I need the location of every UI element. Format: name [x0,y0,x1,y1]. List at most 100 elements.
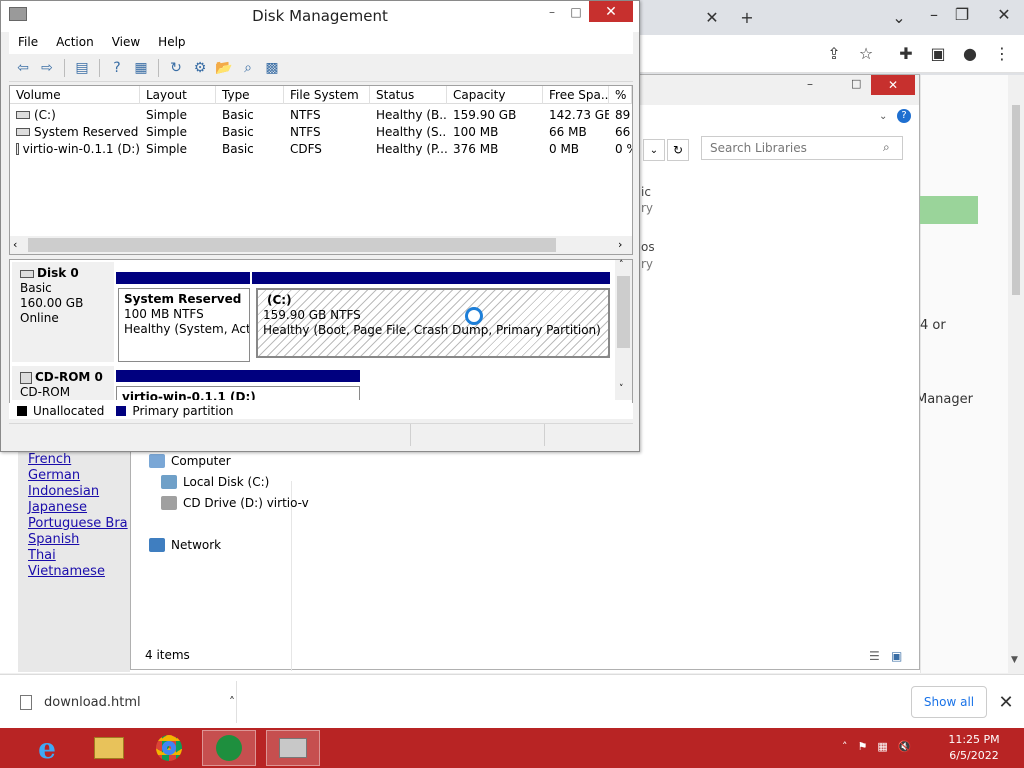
partition-system-reserved[interactable]: System Reserved 100 MB NTFS Healthy (Sys… [116,272,250,362]
col-filesystem[interactable]: File System [284,86,370,104]
partition-status: Healthy (Boot, Page File, Crash Dump, Pr… [263,323,601,337]
col-layout[interactable]: Layout [140,86,216,104]
language-link[interactable]: Vietnamese [28,564,128,580]
search-input[interactable]: Search Libraries [701,136,903,160]
language-link[interactable]: Indonesian [28,484,128,500]
language-link[interactable]: German [28,468,128,484]
col-capacity[interactable]: Capacity [447,86,543,104]
sidepanel-icon[interactable]: ▣ [924,39,952,67]
ie-icon[interactable]: e [20,730,74,766]
nav-local-disk[interactable]: Local Disk (C:) [149,471,309,492]
volume-muted-icon[interactable]: 🔇 [898,740,912,756]
partition-c[interactable]: (C:) 159.90 GB NTFS Healthy (Boot, Page … [252,272,610,358]
clock[interactable]: 11:25 PM 6/5/2022 [944,732,1004,764]
col-volume[interactable]: Volume [10,86,140,104]
nav-network[interactable]: Network [149,534,309,555]
menu-file[interactable]: File [9,32,47,54]
scroll-left-icon[interactable]: ‹ [13,238,17,251]
col-status[interactable]: Status [370,86,447,104]
open-folder-icon[interactable]: 📂 [214,58,234,78]
page-scrollbar[interactable]: ▼ [1008,75,1024,673]
language-link[interactable]: Thai [28,548,128,564]
large-icons-view-icon[interactable]: ▣ [891,649,902,663]
close-icon[interactable]: ✕ [995,689,1017,715]
menu-action[interactable]: Action [47,32,103,54]
show-hide-tree-icon[interactable]: ▤ [72,58,92,78]
language-link[interactable]: Japanese [28,500,128,516]
refresh-icon[interactable]: ↻ [667,139,689,161]
download-item[interactable]: download.html ˄ [20,689,235,715]
col-free[interactable]: Free Spa... [543,86,609,104]
language-link[interactable]: Spanish [28,532,128,548]
refresh-icon[interactable]: ↻ [166,58,186,78]
minimize-icon[interactable]: – [539,3,565,21]
restore-icon[interactable]: ❐ [948,0,976,28]
flag-icon[interactable]: ⚑ [858,740,868,756]
show-hidden-icons[interactable]: ˄ [842,740,848,756]
help-icon[interactable]: ? [107,58,127,78]
status-cell [411,424,545,446]
vertical-scrollbar[interactable]: ˄ ˅ [615,260,632,400]
chevron-up-icon[interactable]: ˄ [229,695,235,709]
star-icon[interactable]: ☆ [852,39,880,67]
details-view-icon[interactable]: ☰ [869,649,880,663]
page-scrollbar-thumb[interactable] [1012,105,1020,295]
network-icon[interactable]: ▦ [877,740,887,756]
partition-box: (C:) 159.90 GB NTFS Healthy (Boot, Page … [256,288,610,358]
share-icon[interactable]: ⇪ [820,39,848,67]
language-link[interactable]: French [28,452,128,468]
scrollbar-thumb[interactable] [617,276,630,348]
partition-name: virtio-win-0.1.1 (D:) [116,386,360,400]
disk0-label[interactable]: Disk 0 Basic 160.00 GB Online [12,262,114,362]
col-pct[interactable]: % F [609,86,632,104]
properties-icon[interactable]: ▦ [131,58,151,78]
nav-cd-drive[interactable]: CD Drive (D:) virtio-v [149,492,309,513]
extensions-icon[interactable]: ✚ [892,39,920,67]
chrome-icon[interactable] [142,730,196,766]
scroll-up-icon[interactable]: ˄ [619,260,624,270]
close-icon[interactable]: ✕ [871,75,915,95]
search-icon[interactable]: ⌕ [238,58,258,78]
cdrom0-label[interactable]: CD-ROM 0 CD-ROM [12,366,114,400]
scroll-down-icon[interactable]: ˅ [619,384,624,394]
menu-view[interactable]: View [103,32,149,54]
download-manager-icon[interactable] [202,730,256,766]
scroll-down-icon[interactable]: ▼ [1011,655,1018,665]
status-cell: Healthy (S... [376,124,447,139]
close-icon[interactable]: ✕ [589,1,633,22]
scroll-right-icon[interactable]: › [618,238,622,251]
language-link[interactable]: Portuguese Bra [28,516,128,532]
nav-computer[interactable]: Computer [149,450,309,471]
scrollbar-thumb[interactable] [28,238,556,252]
legend-label: Unallocated [33,404,105,418]
chevron-down-icon[interactable]: ⌄ [885,3,913,31]
dropdown-icon[interactable]: ⌄ [643,139,665,161]
profile-icon[interactable]: ● [956,39,984,67]
close-window-icon[interactable]: ✕ [990,0,1018,28]
new-tab-icon[interactable]: + [733,3,761,31]
disk-management-task-icon[interactable] [266,730,320,766]
volume-row[interactable]: virtio-win-0.1.1 (D:) Simple Basic CDFS … [10,140,632,157]
settings-icon[interactable]: ⚙ [190,58,210,78]
col-type[interactable]: Type [216,86,284,104]
console-icon[interactable]: ▩ [262,58,282,78]
maximize-icon[interactable]: □ [563,3,589,21]
back-icon[interactable]: ⇦ [13,58,33,78]
menu-help[interactable]: Help [149,32,194,54]
kebab-menu-icon[interactable]: ⋮ [988,39,1016,67]
toolbar-separator [99,59,100,77]
maximize-icon[interactable]: □ [851,77,861,90]
partition-virtio[interactable]: virtio-win-0.1.1 (D:) [116,370,360,400]
show-all-button[interactable]: Show all [911,686,987,718]
volume-row[interactable]: System Reserved Simple Basic NTFS Health… [10,123,632,140]
minimize-icon[interactable]: – [920,0,948,28]
help-icon[interactable]: ? [897,109,911,123]
forward-icon[interactable]: ⇨ [37,58,57,78]
minimize-icon[interactable]: – [807,77,813,91]
close-tab-icon[interactable]: ✕ [698,3,726,31]
chevron-down-icon[interactable]: ⌄ [879,111,887,122]
capacity-cell: 100 MB [453,124,499,139]
horizontal-scrollbar[interactable]: ‹ › [10,236,632,254]
file-explorer-icon[interactable] [82,730,136,766]
volume-row[interactable]: (C:) Simple Basic NTFS Healthy (B... 159… [10,106,632,123]
